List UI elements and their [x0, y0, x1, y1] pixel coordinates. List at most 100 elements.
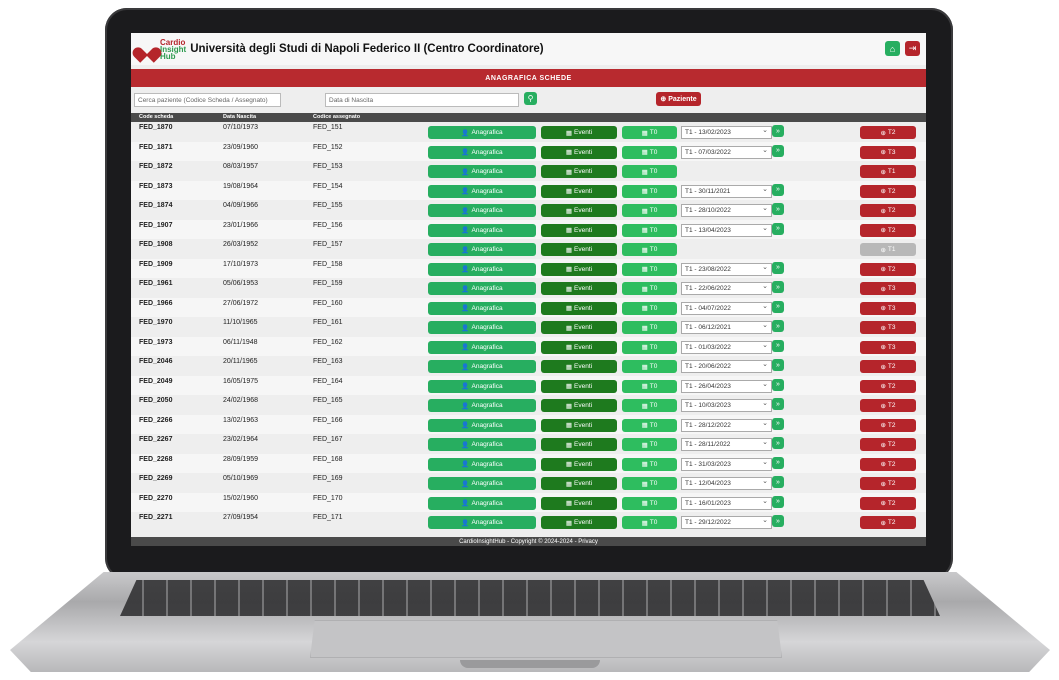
anagrafica-button[interactable]: 👤 Anagrafica [428, 321, 536, 334]
go-button[interactable]: » [772, 456, 784, 469]
visit-select[interactable]: T1 - 22/06/2022 [681, 281, 772, 295]
add-visit-button[interactable]: ⊕ T2 [860, 184, 916, 198]
visit-select[interactable]: T1 - 01/03/2022 [681, 340, 772, 354]
go-button[interactable]: » [772, 417, 784, 430]
add-visit-button[interactable]: ⊕ T2 [860, 496, 916, 510]
t0-button[interactable]: ▦ T0 [622, 321, 677, 334]
visit-select[interactable]: T1 - 26/04/2023 [681, 379, 772, 393]
t0-button[interactable]: ▦ T0 [622, 477, 677, 490]
go-button[interactable]: » [772, 281, 784, 293]
add-visit-button[interactable]: ⊕ T3 [860, 321, 916, 334]
t0-button[interactable]: ▦ T0 [622, 126, 677, 139]
go-button[interactable]: » [772, 437, 784, 449]
go-button[interactable]: » [772, 203, 784, 215]
go-button[interactable]: » [772, 359, 784, 371]
add-visit-button[interactable]: ⊕ T2 [860, 204, 916, 217]
t0-button[interactable]: ▦ T0 [622, 457, 677, 471]
anagrafica-button[interactable]: 👤 Anagrafica [428, 301, 536, 315]
eventi-button[interactable]: ▦ Eventi [541, 145, 617, 159]
t0-button[interactable]: ▦ T0 [622, 516, 677, 529]
go-button[interactable]: » [772, 495, 784, 508]
anagrafica-button[interactable]: 👤 Anagrafica [428, 360, 536, 373]
t0-button[interactable]: ▦ T0 [622, 184, 677, 198]
anagrafica-button[interactable]: 👤 Anagrafica [428, 145, 536, 159]
visit-select[interactable]: T1 - 31/03/2023 [681, 457, 772, 471]
t0-button[interactable]: ▦ T0 [622, 145, 677, 159]
anagrafica-button[interactable]: 👤 Anagrafica [428, 438, 536, 451]
add-visit-button[interactable]: ⊕ T2 [860, 418, 916, 432]
anagrafica-button[interactable]: 👤 Anagrafica [428, 399, 536, 412]
eventi-button[interactable]: ▦ Eventi [541, 399, 617, 412]
visit-select[interactable]: T1 - 28/10/2022 [681, 203, 772, 217]
t0-button[interactable]: ▦ T0 [622, 282, 677, 295]
go-button[interactable]: » [772, 183, 784, 196]
anagrafica-button[interactable]: 👤 Anagrafica [428, 223, 536, 237]
eventi-button[interactable]: ▦ Eventi [541, 379, 617, 393]
anagrafica-button[interactable]: 👤 Anagrafica [428, 262, 536, 276]
visit-select[interactable]: T1 - 30/11/2021 [681, 184, 772, 198]
add-patient-button[interactable]: ⊕ Paziente [656, 92, 701, 106]
go-button[interactable]: » [772, 378, 784, 391]
add-visit-button[interactable]: ⊕ T3 [860, 340, 916, 354]
add-visit-button[interactable]: ⊕ T2 [860, 477, 916, 490]
visit-select[interactable]: T1 - 10/03/2023 [681, 398, 772, 412]
eventi-button[interactable]: ▦ Eventi [541, 184, 617, 198]
visit-select[interactable]: T1 - 06/12/2021 [681, 320, 772, 334]
eventi-button[interactable]: ▦ Eventi [541, 301, 617, 315]
go-button[interactable]: » [772, 339, 784, 352]
eventi-button[interactable]: ▦ Eventi [541, 516, 617, 529]
visit-select[interactable]: T1 - 28/11/2022 [681, 437, 772, 451]
anagrafica-button[interactable]: 👤 Anagrafica [428, 477, 536, 490]
add-visit-button[interactable]: ⊕ T3 [860, 282, 916, 295]
eventi-button[interactable]: ▦ Eventi [541, 477, 617, 490]
add-visit-button[interactable]: ⊕ T1 [860, 243, 916, 256]
t0-button[interactable]: ▦ T0 [622, 223, 677, 237]
visit-select[interactable]: T1 - 04/07/2022 [681, 301, 772, 315]
t0-button[interactable]: ▦ T0 [622, 204, 677, 217]
visit-select[interactable]: T1 - 23/08/2022 [681, 262, 772, 276]
anagrafica-button[interactable]: 👤 Anagrafica [428, 496, 536, 510]
search-input[interactable]: Cerca paziente (Codice Scheda / Assegnat… [134, 93, 281, 107]
eventi-button[interactable]: ▦ Eventi [541, 457, 617, 471]
t0-button[interactable]: ▦ T0 [622, 399, 677, 412]
t0-button[interactable]: ▦ T0 [622, 340, 677, 354]
anagrafica-button[interactable]: 👤 Anagrafica [428, 126, 536, 139]
add-visit-button[interactable]: ⊕ T3 [860, 301, 916, 315]
visit-select[interactable]: T1 - 13/02/2023 [681, 125, 772, 139]
go-button[interactable]: » [772, 144, 784, 157]
eventi-button[interactable]: ▦ Eventi [541, 438, 617, 451]
anagrafica-button[interactable]: 👤 Anagrafica [428, 165, 536, 178]
search-button[interactable]: ⚲ [524, 92, 537, 105]
eventi-button[interactable]: ▦ Eventi [541, 496, 617, 510]
eventi-button[interactable]: ▦ Eventi [541, 223, 617, 237]
go-button[interactable]: » [772, 300, 784, 313]
visit-select[interactable]: T1 - 29/12/2022 [681, 515, 772, 529]
add-visit-button[interactable]: ⊕ T2 [860, 516, 916, 529]
add-visit-button[interactable]: ⊕ T3 [860, 145, 916, 159]
add-visit-button[interactable]: ⊕ T2 [860, 379, 916, 393]
home-button[interactable]: ⌂ [885, 41, 900, 56]
visit-select[interactable]: T1 - 07/03/2022 [681, 145, 772, 159]
t0-button[interactable]: ▦ T0 [622, 165, 677, 178]
t0-button[interactable]: ▦ T0 [622, 379, 677, 393]
t0-button[interactable]: ▦ T0 [622, 438, 677, 451]
eventi-button[interactable]: ▦ Eventi [541, 340, 617, 354]
eventi-button[interactable]: ▦ Eventi [541, 126, 617, 139]
eventi-button[interactable]: ▦ Eventi [541, 243, 617, 256]
add-visit-button[interactable]: ⊕ T2 [860, 126, 916, 139]
anagrafica-button[interactable]: 👤 Anagrafica [428, 243, 536, 256]
anagrafica-button[interactable]: 👤 Anagrafica [428, 340, 536, 354]
visit-select[interactable]: T1 - 13/04/2023 [681, 223, 772, 237]
anagrafica-button[interactable]: 👤 Anagrafica [428, 204, 536, 217]
add-visit-button[interactable]: ⊕ T2 [860, 223, 916, 237]
t0-button[interactable]: ▦ T0 [622, 496, 677, 510]
go-button[interactable]: » [772, 476, 784, 488]
add-visit-button[interactable]: ⊕ T2 [860, 399, 916, 412]
anagrafica-button[interactable]: 👤 Anagrafica [428, 379, 536, 393]
go-button[interactable]: » [772, 320, 784, 332]
eventi-button[interactable]: ▦ Eventi [541, 204, 617, 217]
visit-select[interactable]: T1 - 20/06/2022 [681, 359, 772, 373]
eventi-button[interactable]: ▦ Eventi [541, 360, 617, 373]
anagrafica-button[interactable]: 👤 Anagrafica [428, 418, 536, 432]
t0-button[interactable]: ▦ T0 [622, 418, 677, 432]
